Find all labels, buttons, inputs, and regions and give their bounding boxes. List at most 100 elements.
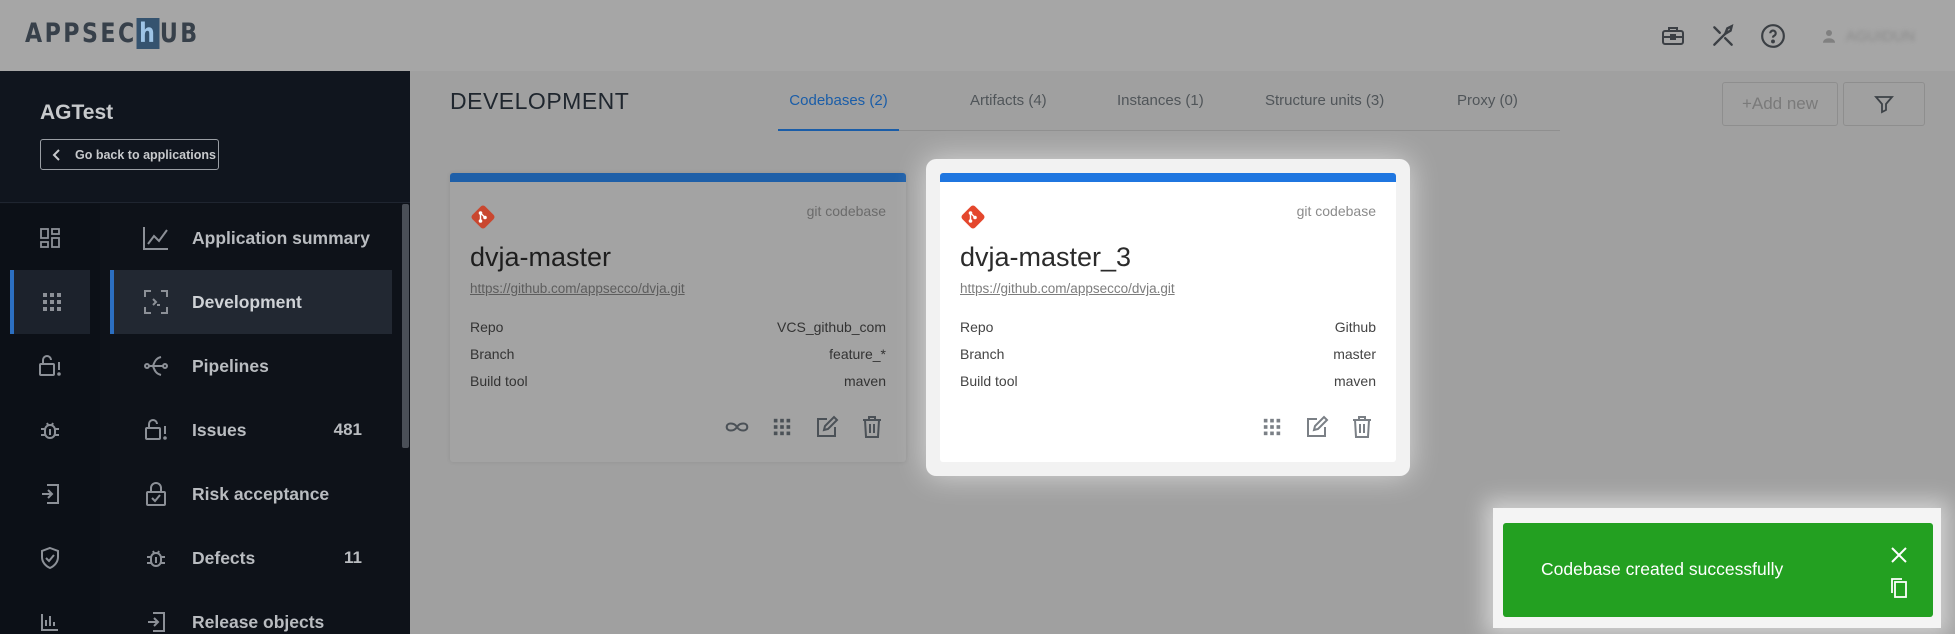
row-value: VCS_github_com	[777, 319, 886, 335]
row-value: maven	[1333, 373, 1376, 389]
user-menu[interactable]: AGUIDUN	[1820, 27, 1915, 45]
close-icon[interactable]	[1888, 544, 1910, 566]
edit-icon[interactable]	[1303, 413, 1331, 441]
card-row-repo: Repo VCS_github_com	[470, 319, 886, 339]
app-title: AGTest	[40, 101, 114, 124]
row-value: master	[1333, 346, 1376, 362]
section-nav: Application summary Development Pipeline…	[110, 204, 392, 634]
edit-icon[interactable]	[813, 413, 841, 441]
row-key: Build tool	[960, 373, 1018, 389]
codebase-name: dvja-master_3	[960, 242, 1132, 272]
lock-check-icon	[140, 481, 172, 507]
shield-check-icon	[41, 546, 59, 570]
nav-development[interactable]: Development	[110, 270, 392, 334]
codebase-card-highlighted[interactable]: git codebase dvja-master_3 https://githu…	[940, 173, 1396, 462]
git-icon	[470, 204, 496, 235]
user-name: AGUIDUN	[1845, 27, 1915, 45]
top-bar: APPSEChUB AGUIDUN	[0, 0, 1955, 71]
nav-label: Pipelines	[192, 355, 269, 376]
icon-rail	[0, 204, 100, 634]
chart-icon	[41, 614, 58, 631]
row-value: feature_*	[829, 346, 886, 362]
release-icon	[140, 610, 172, 634]
help-icon[interactable]	[1760, 23, 1786, 49]
back-to-applications-button[interactable]: Go back to applications	[40, 139, 219, 170]
copy-icon[interactable]	[1888, 576, 1910, 600]
rail-charts[interactable]	[10, 590, 90, 634]
grid-icon[interactable]	[768, 413, 796, 441]
rail-release[interactable]	[10, 462, 90, 526]
tab-structure-units[interactable]: Structure units (3)	[1265, 71, 1384, 131]
nav-risk-acceptance[interactable]: Risk acceptance	[110, 462, 392, 526]
card-row-branch: Branch feature_*	[470, 346, 886, 366]
codebase-type: git codebase	[1296, 203, 1376, 219]
rail-security[interactable]	[10, 526, 90, 590]
nav-label: Release objects	[192, 611, 325, 632]
app-logo[interactable]: APPSEChUB	[25, 18, 200, 49]
sidebar: AGTest Go back to applications Applicati…	[0, 71, 410, 634]
tab-instances[interactable]: Instances (1)	[1117, 71, 1204, 131]
codebase-type: git codebase	[806, 203, 886, 219]
bug-icon	[140, 546, 172, 570]
nav-label: Issues	[192, 419, 247, 440]
tools-icon[interactable]	[1710, 23, 1736, 49]
nav-label: Application summary	[192, 227, 370, 248]
dashboard-icon	[40, 228, 60, 248]
nav-defects[interactable]: Defects 11	[110, 526, 392, 590]
nav-label: Development	[192, 291, 302, 312]
tab-artifacts[interactable]: Artifacts (4)	[970, 71, 1047, 131]
tab-bar: Codebases (2) Artifacts (4) Instances (1…	[778, 71, 1560, 131]
rail-issues[interactable]	[10, 334, 90, 398]
rail-dashboard[interactable]	[10, 206, 90, 270]
row-value: maven	[843, 373, 886, 389]
card-row-repo: Repo Github	[960, 319, 1376, 339]
nav-application-summary[interactable]: Application summary	[110, 206, 392, 270]
card-actions	[706, 413, 886, 441]
card-row-build-tool: Build tool maven	[470, 373, 886, 393]
nav-pipelines[interactable]: Pipelines	[110, 334, 392, 398]
rail-development[interactable]	[10, 270, 90, 334]
codebase-name: dvja-master	[470, 242, 612, 272]
chart-line-icon	[140, 225, 172, 251]
defects-count: 11	[344, 548, 362, 567]
filter-button[interactable]	[1843, 82, 1925, 126]
add-new-button[interactable]: +Add new	[1722, 82, 1838, 126]
user-icon	[1822, 30, 1835, 43]
nav-label: Defects	[192, 547, 256, 568]
card-actions	[1241, 413, 1376, 441]
success-toast: Codebase created successfully	[1503, 523, 1933, 617]
pipeline-icon	[140, 353, 172, 379]
back-button-label: Go back to applications	[75, 147, 216, 162]
grid-icon	[43, 293, 61, 311]
grid-icon[interactable]	[1258, 413, 1286, 441]
nav-release-objects[interactable]: Release objects	[110, 590, 392, 634]
card-accent-bar	[450, 173, 906, 182]
card-row-branch: Branch master	[960, 346, 1376, 366]
trash-icon[interactable]	[858, 413, 886, 441]
sidebar-scrollbar[interactable]	[402, 204, 409, 448]
row-key: Repo	[960, 319, 994, 335]
tab-codebases[interactable]: Codebases (2)	[778, 71, 899, 131]
row-value: Github	[1334, 319, 1376, 335]
chevron-left-icon	[51, 148, 63, 162]
card-accent-bar	[940, 173, 1396, 182]
row-key: Repo	[470, 319, 504, 335]
codebase-url-link[interactable]: https://github.com/appsecco/dvja.git	[470, 281, 685, 296]
codebase-card[interactable]: git codebase dvja-master https://github.…	[450, 173, 906, 462]
row-key: Branch	[960, 346, 1005, 362]
trash-icon[interactable]	[1348, 413, 1376, 441]
toast-message: Codebase created successfully	[1541, 559, 1784, 579]
codebase-url-link[interactable]: https://github.com/appsecco/dvja.git	[960, 281, 1175, 296]
nav-label: Risk acceptance	[192, 483, 330, 504]
briefcase-icon[interactable]	[1660, 23, 1686, 49]
row-key: Branch	[470, 346, 515, 362]
bug-icon	[41, 422, 59, 439]
tab-proxy[interactable]: Proxy (0)	[1457, 71, 1518, 131]
scan-icon	[140, 289, 172, 315]
card-row-build-tool: Build tool maven	[960, 373, 1376, 393]
rail-defects[interactable]	[10, 398, 90, 462]
issues-count: 481	[333, 420, 362, 439]
app-header: AGTest Go back to applications	[0, 71, 410, 203]
infinity-icon[interactable]	[723, 413, 751, 441]
nav-issues[interactable]: Issues 481	[110, 398, 392, 462]
